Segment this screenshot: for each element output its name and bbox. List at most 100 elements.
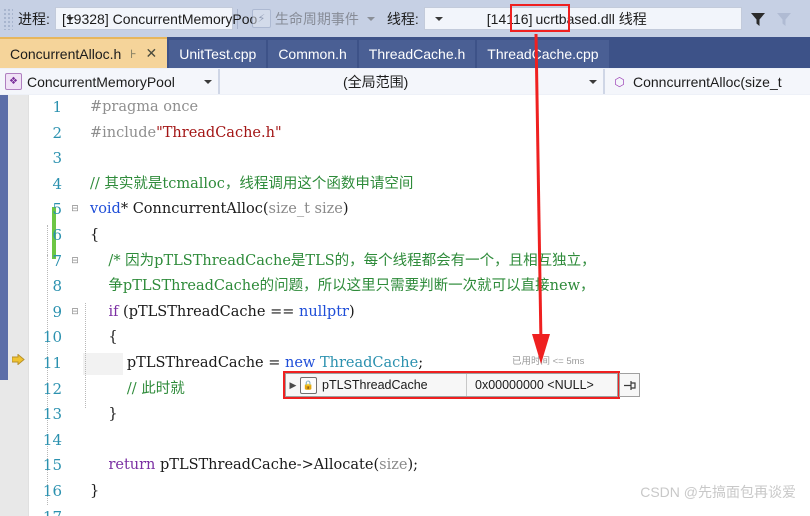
- line-number: 16: [42, 481, 62, 500]
- tab-concurrentalloc-h[interactable]: ConcurrentAlloc.h ⊦ ✕: [0, 37, 168, 68]
- selection-margin-bar: [0, 95, 8, 380]
- code-text: {: [90, 325, 118, 351]
- code-text: }: [90, 402, 117, 428]
- outlining-collapse-icon[interactable]: ⊟: [70, 249, 80, 275]
- line-number: 10: [42, 328, 62, 347]
- code-token: size: [379, 457, 408, 474]
- code-text: }: [90, 479, 99, 505]
- code-editor[interactable]: 1 #pragma once 2 #include"ThreadCache.h" 3 4 /…: [0, 95, 810, 516]
- outlining-collapse-icon[interactable]: ⊟: [70, 300, 80, 326]
- datatip-variable-name: pTLSThreadCache: [322, 378, 428, 392]
- line-number: 12: [42, 379, 62, 398]
- line-number: 2: [52, 123, 62, 142]
- code-line[interactable]: 6{: [28, 223, 810, 249]
- debug-toolbar: 进程: [19328] ConcurrentMemoryPoo ⚡ 生命周期事件…: [0, 0, 810, 38]
- project-scope-value: ConcurrentMemoryPool: [27, 73, 175, 90]
- namespace-icon: ❖: [5, 73, 22, 90]
- code-token: ): [348, 303, 355, 320]
- code-token: nullptr: [298, 303, 349, 320]
- tab-label: ConcurrentAlloc.h: [10, 45, 122, 62]
- line-number: 7: [52, 251, 62, 270]
- pin-icon[interactable]: ⊦: [130, 47, 136, 61]
- code-token: // 此时就: [90, 380, 185, 397]
- red-down-arrow: [520, 33, 554, 379]
- yellow-arrow-icon: [12, 354, 25, 365]
- code-text: return pTLSThreadCache->Allocate(size);: [90, 453, 418, 479]
- code-token: );: [407, 457, 418, 474]
- funnel-icon[interactable]: [748, 9, 768, 29]
- code-line[interactable]: 13 }: [28, 402, 810, 428]
- outlining-guide-inner: [85, 303, 86, 408]
- code-text: {: [90, 223, 99, 249]
- process-selector-value: [19328] ConcurrentMemoryPoo: [62, 10, 258, 27]
- code-token: pTLSThreadCache =: [90, 354, 285, 371]
- code-text: // 其实就是tcmalloc，线程调用这个函数申请空间: [90, 172, 413, 198]
- line-number: 8: [52, 277, 62, 296]
- code-line[interactable]: 14: [28, 428, 810, 454]
- code-line[interactable]: 9 ⊟ if (pTLSThreadCache == nullptr): [28, 300, 810, 326]
- code-token: ): [342, 201, 349, 218]
- code-token: {: [90, 329, 118, 346]
- code-lines-container[interactable]: 1 #pragma once 2 #include"ThreadCache.h" 3 4 /…: [28, 95, 810, 516]
- member-scope-value: ConncurrentAlloc(size_t: [633, 73, 782, 90]
- datatip-pin-button[interactable]: [619, 373, 640, 397]
- thread-id-highlight-annotation: [510, 4, 570, 32]
- expander-icon[interactable]: ▶: [286, 380, 300, 391]
- tab-threadcache-h[interactable]: ThreadCache.h: [358, 40, 476, 68]
- funnel-clear-icon: [774, 9, 794, 29]
- process-selector[interactable]: [19328] ConcurrentMemoryPoo: [54, 7, 258, 30]
- line-number: 9: [52, 302, 62, 321]
- line-number: 4: [52, 174, 62, 193]
- close-icon[interactable]: ✕: [146, 45, 158, 62]
- line-number: 17: [28, 505, 62, 516]
- code-line[interactable]: 4 // 其实就是tcmalloc，线程调用这个函数申请空间: [28, 172, 810, 198]
- code-line[interactable]: 1 #pragma once: [28, 95, 810, 121]
- code-line[interactable]: 7 ⊟ /* 因为pTLSThreadCache是TLS的，每个线程都会有一个，且…: [28, 249, 810, 275]
- watermark: CSDN @先搞面包再谈爱: [640, 484, 796, 500]
- line-number: 13: [42, 405, 62, 424]
- line-number: 15: [42, 456, 62, 475]
- type-scope-value: (全局范围): [343, 73, 409, 90]
- thread-selector[interactable]: [14116] ucrtbased.dll 线程: [423, 7, 742, 30]
- member-scope-selector[interactable]: ⬡ ConncurrentAlloc(size_t: [605, 69, 810, 94]
- project-scope-selector[interactable]: ❖ ConcurrentMemoryPool: [0, 69, 220, 94]
- debugger-datatip[interactable]: ▶ 🔒 pTLSThreadCache 0x00000000 <NULL>: [285, 373, 618, 397]
- code-line[interactable]: 2 #include"ThreadCache.h": [28, 121, 810, 147]
- code-token: ;: [418, 354, 424, 371]
- tab-label: Common.h: [278, 46, 347, 62]
- outlining-collapse-icon[interactable]: ⊟: [70, 197, 80, 223]
- navigation-bar: ❖ ConcurrentMemoryPool (全局范围) ⬡ Conncurr…: [0, 68, 810, 96]
- code-token: Allocate: [313, 457, 374, 474]
- code-line[interactable]: 17: [28, 505, 810, 516]
- code-token: pTLSThreadCache->: [155, 457, 314, 474]
- toolbar-drag-handle[interactable]: [3, 7, 13, 30]
- tab-common-h[interactable]: Common.h: [268, 40, 357, 68]
- code-token: *: [120, 201, 133, 218]
- indicator-margin[interactable]: [0, 95, 29, 516]
- code-token: return: [108, 457, 156, 474]
- code-line[interactable]: 8 争pTLSThreadCache的问题，所以这里只需要判断一次就可以直接ne…: [28, 274, 810, 300]
- variable-lock-icon: 🔒: [300, 376, 317, 394]
- code-token: new: [285, 354, 316, 371]
- lifecycle-events-button[interactable]: ⚡ 生命周期事件: [251, 9, 381, 29]
- process-label: 进程:: [18, 10, 50, 27]
- code-line[interactable]: 3: [28, 146, 810, 172]
- code-token: 争pTLSThreadCache的问题，所以这里只需要判断一次就可以直接new，: [90, 278, 595, 295]
- tab-unittest-cpp[interactable]: UnitTest.cpp: [169, 40, 267, 68]
- code-text: if (pTLSThreadCache == nullptr): [90, 300, 355, 326]
- code-line[interactable]: 10 {: [28, 325, 810, 351]
- line-number: 6: [52, 225, 62, 244]
- tab-label: UnitTest.cpp: [179, 46, 257, 62]
- code-line[interactable]: 5 ⊟ void* ConncurrentAlloc(size_t size): [28, 197, 810, 223]
- code-token: void: [90, 201, 121, 218]
- code-token: ConncurrentAlloc: [132, 201, 263, 218]
- line-number: 3: [52, 149, 62, 168]
- code-token: // 其实就是tcmalloc，线程调用这个函数申请空间: [90, 175, 414, 192]
- lightning-icon: ⚡: [251, 9, 271, 28]
- code-line[interactable]: 15 return pTLSThreadCache->Allocate(size…: [28, 453, 810, 479]
- datatip-variable-value: 0x00000000 <NULL>: [475, 378, 594, 392]
- code-text: #include"ThreadCache.h": [90, 121, 282, 147]
- code-token: {: [90, 226, 100, 243]
